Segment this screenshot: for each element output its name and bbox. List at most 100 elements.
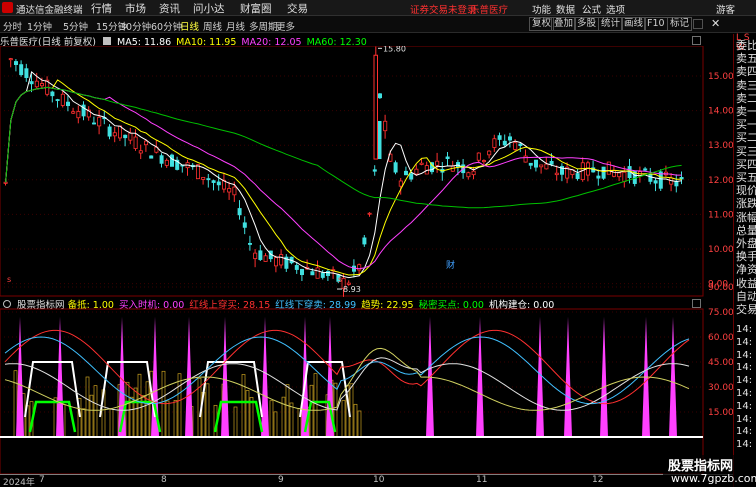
menu-shuju[interactable]: 数据: [556, 2, 575, 16]
candle-body: [206, 178, 211, 181]
tool-diejia[interactable]: 叠加: [551, 17, 577, 31]
trend-bar: [81, 408, 86, 438]
candle-body: [409, 173, 414, 180]
candle-body: [549, 160, 554, 165]
candle-body: [97, 116, 102, 127]
period-fenshi[interactable]: 分时: [3, 19, 22, 33]
tool-f10[interactable]: F10: [644, 17, 668, 31]
candle-body: [159, 155, 164, 164]
tool-biaoji[interactable]: 标记: [667, 17, 693, 31]
period-monthly[interactable]: 月线: [226, 19, 245, 33]
candle-body: [320, 272, 325, 278]
period-1min[interactable]: 1分钟: [27, 19, 52, 33]
trend-bar: [349, 383, 354, 438]
price-tick-0: 15.00: [708, 72, 733, 82]
candle-body: [398, 180, 403, 187]
date-label-1: 7: [39, 475, 45, 485]
trend-bar: [357, 410, 362, 438]
ma10-line: [5, 79, 682, 276]
candle-body: [497, 135, 502, 140]
trade-time-2: 14:: [736, 349, 753, 361]
stock-name-link[interactable]: 乐普医疗: [470, 2, 508, 16]
trend-bar: [313, 373, 318, 438]
candle-body: [612, 170, 617, 177]
menu-shichang[interactable]: 市场: [125, 1, 146, 16]
quote-panel: L S W 委比 卖五 卖四 卖三 卖二 卖一 买一 买二 买三 买四 买五 现价 涨跌 涨幅 总量 外盘 换手净…: [733, 33, 756, 487]
main-chart-settings-icon[interactable]: [692, 36, 701, 45]
candle-body: [24, 68, 29, 78]
chart-area[interactable]: 15.0014.0013.0012.0011.0010.009.0090.007…: [0, 46, 733, 474]
title-bar: 通达信金融终端 行情 市场 资讯 问小达 财富圈 交易 证券交易未登录 乐普医疗…: [0, 0, 756, 16]
candle-body: [476, 152, 481, 161]
period-5min[interactable]: 5分钟: [63, 19, 88, 33]
candle-body: [554, 172, 559, 176]
menu-jiaoyi[interactable]: 交易: [287, 1, 308, 16]
candle-body: [534, 159, 539, 168]
trend-bar: [353, 403, 358, 438]
guest-user[interactable]: 游客: [716, 2, 735, 16]
candle-body: [29, 81, 34, 85]
menu-gongshi[interactable]: 公式: [582, 2, 601, 16]
trade-time-4: 14:: [736, 375, 753, 387]
tool-tongji[interactable]: 统计: [598, 17, 624, 31]
candle-body: [523, 155, 528, 163]
period-more[interactable]: 更多: [276, 19, 295, 33]
candle-body: [310, 271, 315, 276]
trade-login-notice[interactable]: 证券交易未登录: [410, 2, 477, 16]
date-label-3: 9: [278, 475, 284, 485]
candle-body: [544, 163, 549, 170]
tool-huaxian[interactable]: 画线: [621, 17, 647, 31]
candle-body: [8, 58, 13, 61]
trend-bar: [269, 400, 274, 438]
main-chart-header: 乐普医疗(日线 前复权) MA5: 11.86 MA10: 11.95 MA20: …: [0, 34, 372, 48]
price-tick-5: 10.00: [708, 245, 733, 255]
candle-body: [528, 162, 533, 166]
tool-duogu[interactable]: 多股: [574, 17, 600, 31]
candle-body: [492, 138, 497, 148]
candle-body: [50, 91, 55, 97]
candle-body: [3, 181, 8, 184]
menu-zixun[interactable]: 资讯: [159, 1, 180, 16]
period-multi[interactable]: 多周期: [249, 19, 278, 33]
tool-small-icon[interactable]: [693, 19, 703, 29]
menu-gongneng[interactable]: 功能: [532, 2, 551, 16]
candle-body: [367, 212, 372, 215]
dropdown-icon[interactable]: [102, 37, 111, 45]
candle-body: [414, 168, 419, 175]
period-daily[interactable]: 日线: [180, 19, 199, 33]
trend-bar: [241, 374, 246, 438]
buy-signal-spike-1: [56, 317, 64, 437]
finance-marker: 财: [446, 259, 455, 271]
candle-body: [247, 243, 252, 245]
period-weekly[interactable]: 周线: [203, 19, 222, 33]
period-30min[interactable]: 30分钟: [120, 19, 151, 33]
secret-buy-plateau-0: [28, 400, 77, 433]
trend-bar: [245, 390, 250, 438]
candle-body: [601, 166, 606, 179]
trend-bar: [309, 384, 314, 438]
close-icon[interactable]: ✕: [711, 17, 720, 30]
candle-body: [279, 254, 284, 266]
candle-body: [138, 150, 143, 154]
candle-body: [466, 172, 471, 178]
candle-body: [372, 169, 377, 172]
trade-time-1: 14:: [736, 336, 753, 348]
candle-body: [123, 134, 128, 139]
menu-xuanxiang[interactable]: 选项: [606, 2, 625, 16]
candle-body: [362, 237, 367, 245]
candle-body: [596, 175, 601, 179]
candle-body: [377, 93, 382, 99]
event-marker: s: [338, 275, 342, 284]
candle-body: [66, 101, 71, 107]
candle-body: [19, 64, 24, 76]
date-label-5: 11: [476, 475, 488, 485]
candle-body: [253, 252, 258, 260]
menu-wenxiaoda[interactable]: 问小达: [193, 1, 225, 16]
candle-body: [502, 140, 507, 146]
menu-hangqing[interactable]: 行情: [91, 1, 112, 16]
menu-caifuquan[interactable]: 财富圈: [240, 1, 272, 16]
date-axis: 2024年 7 8 9 10 11 12: [0, 474, 733, 487]
candle-body: [481, 160, 486, 163]
period-60min[interactable]: 60分钟: [151, 19, 182, 33]
candle-body: [232, 186, 237, 196]
